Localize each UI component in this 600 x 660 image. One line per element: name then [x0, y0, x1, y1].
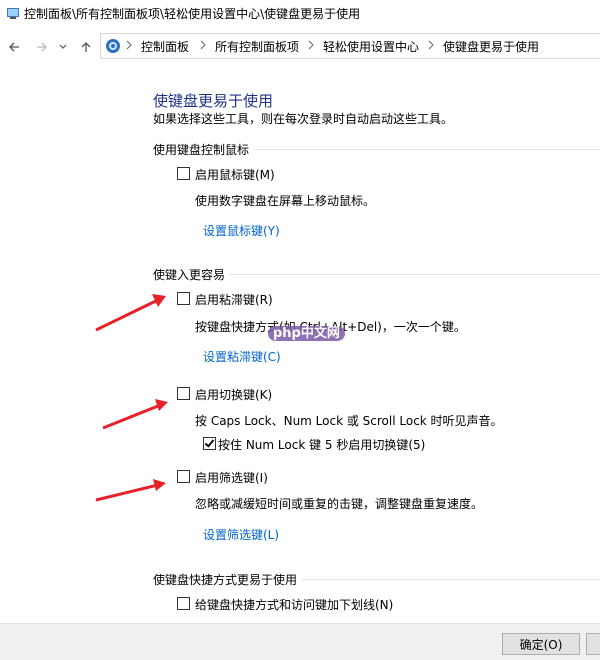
setup-sticky-keys-link[interactable]: 设置粘滞键(C) — [203, 348, 281, 365]
cancel-button[interactable] — [586, 633, 600, 655]
breadcrumb-item-ease-of-access[interactable]: 轻松使用设置中心 — [323, 38, 419, 55]
toggle-keys-checkbox-row[interactable]: 启用切换键(K) — [177, 386, 377, 402]
filter-keys-checkbox-row[interactable]: 启用筛选键(I) — [177, 469, 377, 485]
chevron-down-icon — [59, 44, 67, 49]
mouse-keys-desc: 使用数字键盘在屏幕上移动鼠标。 — [195, 194, 376, 208]
filter-keys-label: 启用筛选键(I) — [195, 471, 268, 485]
breadcrumb-item-keyboard[interactable]: 使键盘更易于使用 — [443, 38, 539, 55]
underline-shortcuts-label: 给键盘快捷方式和访问键加下划线(N) — [195, 598, 394, 612]
underline-shortcuts-checkbox-row[interactable]: 给键盘快捷方式和访问键加下划线(N) — [177, 596, 437, 612]
num-lock-hold-checkbox[interactable] — [203, 437, 216, 450]
ok-button[interactable]: 确定(O) — [502, 633, 580, 655]
up-button[interactable] — [76, 37, 96, 57]
setup-mouse-keys-link[interactable]: 设置鼠标键(Y) — [203, 222, 280, 239]
chevron-right-icon — [200, 40, 206, 50]
chevron-right-icon — [126, 40, 132, 50]
breadcrumb-item-all-items[interactable]: 所有控制面板项 — [215, 38, 299, 55]
group-heading-shortcuts: 使键盘快捷方式更易于使用 — [153, 573, 298, 587]
window-title: 控制面板\所有控制面板项\轻松使用设置中心\使键盘更易于使用 — [24, 7, 361, 21]
num-lock-hold-label: 按住 Num Lock 键 5 秒启用切换键(5) — [218, 438, 426, 452]
arrow-left-icon — [9, 42, 19, 52]
watermark-text: php中文网 — [268, 326, 345, 341]
breadcrumb[interactable]: 控制面板 所有控制面板项 轻松使用设置中心 使键盘更易于使用 — [100, 33, 600, 59]
divider — [230, 274, 600, 275]
mouse-keys-checkbox[interactable] — [177, 167, 190, 180]
annotation-arrow-icon — [95, 294, 166, 332]
recent-locations-button[interactable] — [56, 37, 70, 57]
mouse-keys-label: 启用鼠标键(M) — [195, 168, 275, 182]
group-heading-mouse: 使用键盘控制鼠标 — [153, 143, 250, 157]
filter-keys-checkbox[interactable] — [177, 470, 190, 483]
annotation-arrow-icon — [102, 399, 168, 430]
underline-shortcuts-checkbox[interactable] — [177, 597, 190, 610]
divider — [254, 149, 600, 150]
sticky-keys-checkbox-row[interactable]: 启用粘滞键(R) — [177, 291, 377, 307]
divider — [302, 579, 600, 580]
arrow-right-icon — [37, 42, 47, 52]
toggle-keys-label: 启用切换键(K) — [195, 388, 273, 402]
control-panel-icon — [7, 8, 19, 19]
footer-bar: 确定(O) — [0, 623, 600, 660]
control-panel-icon — [106, 39, 120, 53]
arrow-up-icon — [81, 42, 91, 52]
chevron-right-icon — [428, 40, 434, 50]
page-title: 使键盘更易于使用 — [153, 92, 274, 110]
chevron-right-icon — [308, 40, 314, 50]
back-button[interactable] — [4, 37, 24, 57]
setup-filter-keys-link[interactable]: 设置筛选键(L) — [203, 526, 279, 543]
sticky-keys-checkbox[interactable] — [177, 292, 190, 305]
sticky-keys-label: 启用粘滞键(R) — [195, 293, 273, 307]
num-lock-hold-checkbox-row[interactable]: 按住 Num Lock 键 5 秒启用切换键(5) — [203, 436, 463, 452]
filter-keys-desc: 忽略或减缓短时间或重复的击键，调整键盘重复速度。 — [195, 497, 484, 511]
group-heading-typing: 使键入更容易 — [153, 268, 226, 282]
annotation-arrow-icon — [95, 479, 166, 502]
toggle-keys-checkbox[interactable] — [177, 387, 190, 400]
watermark: php中文网 — [268, 322, 345, 341]
forward-button[interactable] — [32, 37, 52, 57]
page-subtitle: 如果选择这些工具，则在每次登录时自动启动这些工具。 — [153, 112, 454, 126]
mouse-keys-checkbox-row[interactable]: 启用鼠标键(M) — [177, 166, 377, 182]
breadcrumb-item-control-panel[interactable]: 控制面板 — [141, 38, 189, 55]
title-bar: 控制面板\所有控制面板项\轻松使用设置中心\使键盘更易于使用 — [0, 0, 600, 26]
toggle-keys-desc: 按 Caps Lock、Num Lock 或 Scroll Lock 时听见声音… — [195, 414, 503, 428]
